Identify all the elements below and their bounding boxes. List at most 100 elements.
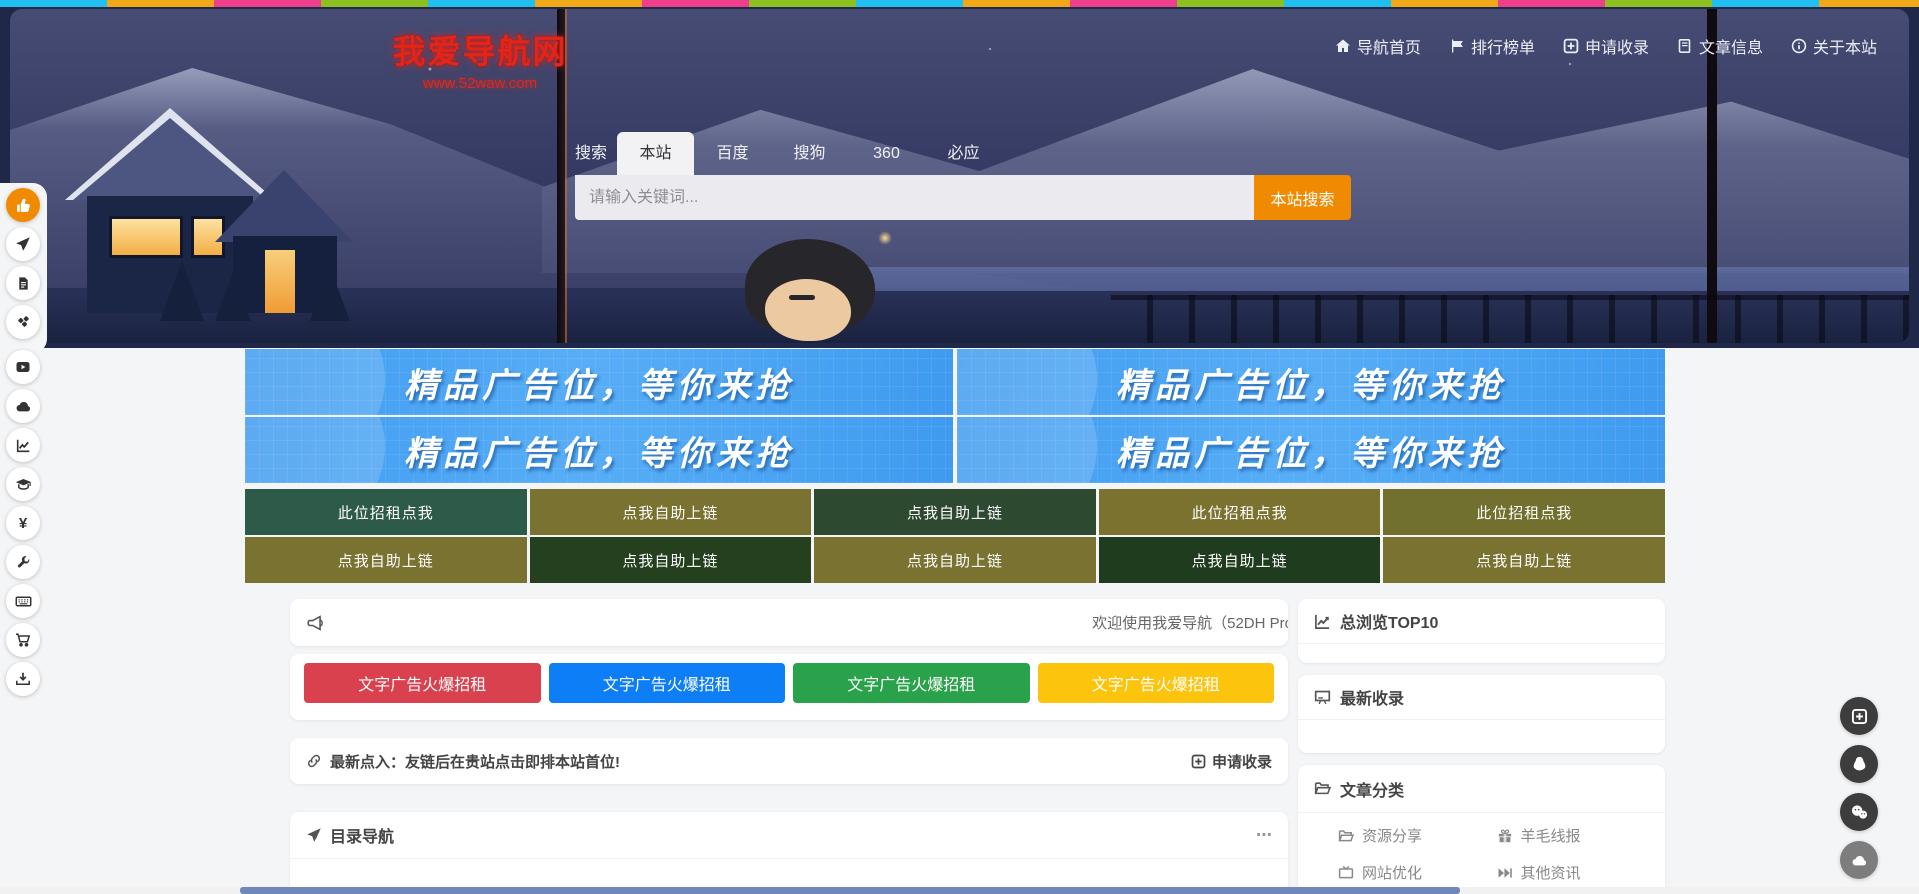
banner-ad[interactable]: 精品广告位，等你来抢	[245, 349, 953, 415]
category-deals[interactable]: 羊毛线报	[1497, 825, 1656, 846]
text-ad-button[interactable]: 文字广告火爆招租	[1038, 663, 1275, 703]
tab-bing[interactable]: 必应	[925, 132, 1002, 175]
nav-item-submit[interactable]: 申请收录	[1563, 34, 1649, 58]
top10-panel: 总浏览TOP10	[1298, 599, 1665, 663]
nav-item-rank[interactable]: 排行榜单	[1449, 34, 1535, 58]
text-ad-button[interactable]: 文字广告火爆招租	[793, 663, 1030, 703]
typing-button[interactable]	[6, 584, 40, 618]
video-button[interactable]	[6, 350, 40, 384]
left-float-bar: ¥	[6, 188, 42, 701]
cloud-share-button[interactable]	[1840, 841, 1878, 879]
tab-baidu[interactable]: 百度	[694, 132, 771, 175]
plus-square-icon	[1191, 754, 1206, 769]
nav-label: 文章信息	[1699, 34, 1763, 58]
wechat-button[interactable]	[1840, 793, 1878, 831]
book-icon	[1677, 38, 1693, 54]
gift-icon	[1497, 828, 1513, 844]
search-module: 搜索 本站 百度 搜狗 360 必应 本站搜索	[575, 132, 1351, 220]
video-icon	[15, 359, 31, 375]
category-label: 其他资讯	[1521, 862, 1581, 883]
link-slot[interactable]: 点我自助上链	[530, 537, 812, 583]
directory-nav-card: 目录导航 ⋯	[290, 812, 1288, 894]
link-slot[interactable]: 点我自助上链	[814, 489, 1096, 535]
cloud-icon	[1851, 852, 1868, 869]
forward-icon	[1497, 865, 1513, 881]
link-slot[interactable]: 此位招租点我	[245, 489, 527, 535]
tab-360[interactable]: 360	[848, 132, 925, 175]
chalkboard-icon	[1314, 689, 1331, 706]
folder-icon	[1338, 828, 1354, 844]
cart-icon	[15, 632, 31, 648]
search-input[interactable]	[575, 175, 1254, 220]
shop-button[interactable]	[6, 623, 40, 657]
link-slot[interactable]: 点我自助上链	[1383, 537, 1665, 583]
nav-item-home[interactable]: 导航首页	[1335, 34, 1421, 58]
text-ad-button[interactable]: 文字广告火爆招租	[549, 663, 786, 703]
lamp-post	[1707, 9, 1717, 343]
nav-item-about[interactable]: 关于本站	[1791, 34, 1877, 58]
house-illustration	[65, 108, 355, 313]
scrollbar-thumb[interactable]	[240, 887, 1460, 894]
link-slot[interactable]: 此位招租点我	[1099, 489, 1381, 535]
download-button[interactable]	[6, 662, 40, 696]
category-label: 资源分享	[1362, 825, 1422, 846]
search-button[interactable]: 本站搜索	[1254, 175, 1351, 220]
chart-line-icon	[1314, 613, 1331, 630]
article-button[interactable]	[6, 266, 40, 300]
send-button[interactable]	[6, 227, 40, 261]
banner-ad[interactable]: 精品广告位，等你来抢	[245, 417, 953, 483]
qq-button[interactable]	[1840, 745, 1878, 783]
banner-ad[interactable]: 精品广告位，等你来抢	[957, 417, 1665, 483]
text-ad-row: 文字广告火爆招租 文字广告火爆招租 文字广告火爆招租 文字广告火爆招租	[290, 654, 1288, 720]
newest-title: 最新收录	[1340, 685, 1404, 709]
top10-header: 总浏览TOP10	[1298, 599, 1665, 644]
ellipsis-icon[interactable]: ⋯	[1256, 825, 1272, 845]
document-icon	[16, 276, 31, 291]
link-slot[interactable]: 点我自助上链	[530, 489, 812, 535]
category-label: 羊毛线报	[1521, 825, 1581, 846]
banner-ad[interactable]: 精品广告位，等你来抢	[957, 349, 1665, 415]
cloud-icon	[15, 398, 32, 415]
apply-inclusion-link[interactable]: 申请收录	[1191, 751, 1272, 772]
hero-frame: 我爱导航网 www.52waw.com 导航首页 排行榜单 申请收录	[0, 7, 1919, 348]
link-slot[interactable]: 点我自助上链	[245, 537, 527, 583]
like-button[interactable]	[6, 188, 40, 222]
nav-item-articles[interactable]: 文章信息	[1677, 34, 1763, 58]
category-seo[interactable]: 网站优化	[1338, 862, 1497, 883]
page: 我爱导航网 www.52waw.com 导航首页 排行榜单 申请收录	[0, 0, 1919, 894]
qq-icon	[1850, 755, 1869, 774]
add-site-button[interactable]	[1840, 697, 1878, 735]
category-resources[interactable]: 资源分享	[1338, 825, 1497, 846]
text-ad-button[interactable]: 文字广告火爆招租	[304, 663, 541, 703]
graduation-cap-icon	[15, 476, 32, 493]
category-other-news[interactable]: 其他资讯	[1497, 862, 1656, 883]
link-slot[interactable]: 点我自助上链	[814, 537, 1096, 583]
site-logo[interactable]: 我爱导航网 www.52waw.com	[368, 25, 592, 92]
apps-button[interactable]	[6, 305, 40, 339]
link-icon	[306, 753, 322, 769]
link-slot[interactable]: 此位招租点我	[1383, 489, 1665, 535]
directory-header: 目录导航 ⋯	[290, 812, 1288, 859]
tab-this-site[interactable]: 本站	[617, 132, 694, 175]
nav-label: 关于本站	[1813, 34, 1877, 58]
logo-subtitle: www.52waw.com	[368, 75, 592, 92]
finance-button[interactable]: ¥	[6, 506, 40, 540]
education-button[interactable]	[6, 467, 40, 501]
rainbow-top-stripe	[0, 0, 1919, 7]
link-slot[interactable]: 点我自助上链	[1099, 537, 1381, 583]
search-label: 搜索	[575, 132, 607, 175]
nav-label: 申请收录	[1585, 34, 1649, 58]
horizontal-scrollbar[interactable]	[0, 887, 1919, 894]
wechat-icon	[1850, 803, 1869, 822]
home-icon	[1335, 38, 1351, 54]
folder-open-icon	[1314, 780, 1331, 797]
article-categories-panel: 文章分类 资源分享 羊毛线报 网站优化	[1298, 765, 1665, 894]
cloud-button[interactable]	[6, 389, 40, 423]
keyboard-icon	[15, 593, 32, 610]
stats-button[interactable]	[6, 428, 40, 462]
tools-button[interactable]	[6, 545, 40, 579]
categories-grid: 资源分享 羊毛线报 网站优化 其他资讯	[1298, 813, 1665, 883]
tab-sogou[interactable]: 搜狗	[771, 132, 848, 175]
notice-marquee-text: 欢迎使用我爱导航（52DH Pro	[1092, 612, 1288, 633]
flag-icon	[1449, 38, 1465, 54]
